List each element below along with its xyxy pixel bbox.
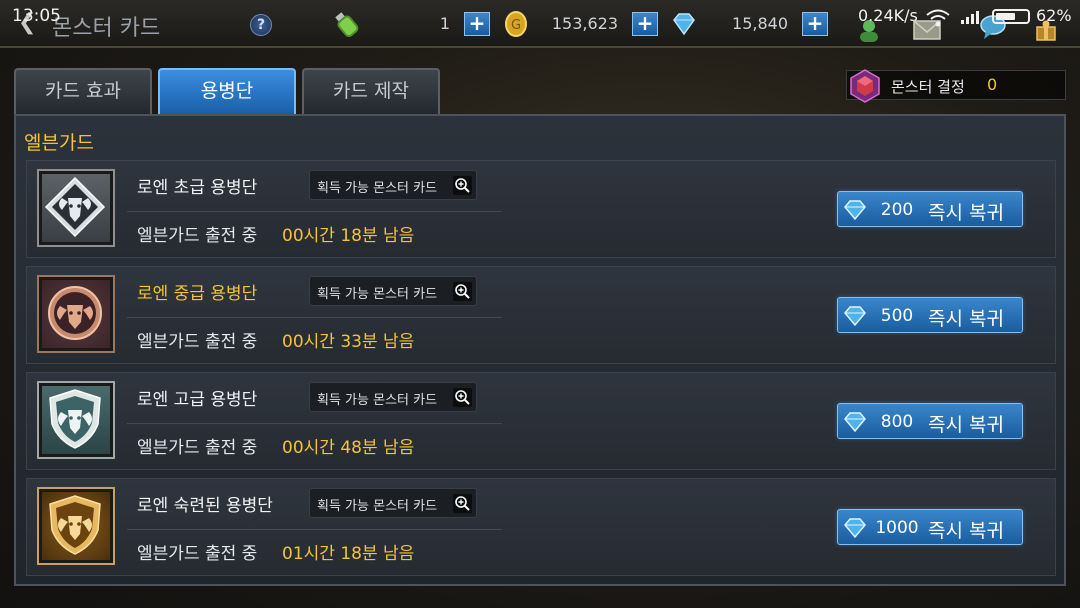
mercenary-row: 로엔 중급 용병단 획득 가능 몬스터 카드 엘븐가드 출전 중 00시간 33… <box>26 266 1056 364</box>
add-diamond-button[interactable]: + <box>802 12 828 36</box>
mercenary-portrait <box>37 487 115 565</box>
recall-label: 즉시 복귀 <box>928 202 1004 224</box>
top-bar: ❮ 몬스터 카드 13:05 ? 1 + G 153,623 + 15,840 … <box>0 0 1080 48</box>
zoom-in-icon <box>453 388 472 407</box>
diamond-icon <box>844 306 866 327</box>
time-remaining: 01시간 18분 남음 <box>282 544 415 564</box>
tab-card-effect[interactable]: 카드 효과 <box>14 68 152 114</box>
mercenary-name: 로엔 숙련된 용병단 <box>137 496 273 516</box>
mercenary-portrait <box>37 169 115 247</box>
battery-icon <box>992 9 1030 24</box>
tab-card-craft[interactable]: 카드 제작 <box>302 68 440 114</box>
instant-recall-button[interactable]: 200 즉시 복귀 <box>837 191 1023 227</box>
recall-label: 즉시 복귀 <box>928 308 1004 330</box>
view-cards-label: 획득 가능 몬스터 카드 <box>317 181 438 196</box>
gold-resource: G 153,623 + <box>502 10 658 38</box>
time-remaining: 00시간 33분 남음 <box>282 332 415 352</box>
mercenary-name: 로엔 중급 용병단 <box>137 284 258 304</box>
mercenary-name: 로엔 고급 용병단 <box>137 390 258 410</box>
potion-count: 1 <box>439 14 450 33</box>
monster-crystal-icon <box>850 69 880 103</box>
wifi-icon <box>926 9 950 27</box>
zoom-in-icon <box>453 282 472 301</box>
tab-mercenary[interactable]: 용병단 <box>158 68 296 114</box>
view-cards-button[interactable]: 획득 가능 몬스터 카드 <box>309 382 477 412</box>
view-cards-label: 획득 가능 몬스터 카드 <box>317 499 438 514</box>
diamond-icon <box>844 200 866 221</box>
teal-ram-shield-icon <box>49 389 101 449</box>
view-cards-label: 획득 가능 몬스터 카드 <box>317 287 438 302</box>
mercenary-row: 로엔 초급 용병단 획득 가능 몬스터 카드 엘븐가드 출전 중 00시간 18… <box>26 160 1056 258</box>
recall-label: 즉시 복귀 <box>928 414 1004 436</box>
gold-coin-icon: G <box>505 11 527 37</box>
svg-text:G: G <box>511 18 521 33</box>
row-divider <box>127 423 502 424</box>
instant-recall-button[interactable]: 1000 즉시 복귀 <box>837 509 1023 545</box>
view-cards-label: 획득 가능 몬스터 카드 <box>317 393 438 408</box>
time-remaining: 00시간 48분 남음 <box>282 438 415 458</box>
mercenary-row: 로엔 고급 용병단 획득 가능 몬스터 카드 엘븐가드 출전 중 00시간 48… <box>26 372 1056 470</box>
diamond-icon <box>673 13 695 36</box>
row-divider <box>127 317 502 318</box>
section-title: 엘븐가드 <box>24 132 94 154</box>
deploy-state: 엘븐가드 출전 중 <box>137 332 258 352</box>
row-divider <box>127 529 502 530</box>
gold-ram-shield-icon <box>49 495 101 555</box>
potion-icon <box>335 12 359 38</box>
page-title: 몬스터 카드 <box>52 16 161 41</box>
view-cards-button[interactable]: 획득 가능 몬스터 카드 <box>309 276 477 306</box>
deploy-state: 엘븐가드 출전 중 <box>137 544 258 564</box>
help-icon[interactable]: ? <box>250 14 272 36</box>
gold-amount: 153,623 <box>551 14 618 33</box>
recall-cost: 800 <box>880 412 914 432</box>
battery-fill <box>996 13 1015 20</box>
deploy-state: 엘븐가드 출전 중 <box>137 438 258 458</box>
status-time: 13:05 <box>12 6 61 26</box>
view-cards-button[interactable]: 획득 가능 몬스터 카드 <box>309 170 477 200</box>
monster-crystal-label: 몬스터 결정 <box>891 78 965 96</box>
row-divider <box>127 211 502 212</box>
diamond-icon <box>844 518 866 539</box>
deploy-state: 엘븐가드 출전 중 <box>137 226 258 246</box>
signal-icon <box>961 11 979 24</box>
time-remaining: 00시간 18분 남음 <box>282 226 415 246</box>
recall-label: 즉시 복귀 <box>928 520 1004 542</box>
recall-cost: 200 <box>880 200 914 220</box>
diamond-resource: 15,840 + <box>670 10 828 38</box>
zoom-in-icon <box>453 176 472 195</box>
zoom-in-icon <box>453 494 472 513</box>
diamond-amount: 15,840 <box>732 14 788 33</box>
add-potion-button[interactable]: + <box>464 12 490 36</box>
diamond-icon <box>844 412 866 433</box>
mercenary-portrait <box>37 381 115 459</box>
status-network-speed: 0.24K/s <box>858 6 918 25</box>
instant-recall-button[interactable]: 500 즉시 복귀 <box>837 297 1023 333</box>
mercenary-name: 로엔 초급 용병단 <box>137 178 258 198</box>
add-gold-button[interactable]: + <box>632 12 658 36</box>
silver-ram-icon <box>44 176 106 238</box>
monster-crystal: 몬스터 결정 0 <box>846 69 1066 103</box>
recall-cost: 1000 <box>875 518 919 538</box>
gift-icon[interactable] <box>1034 18 1058 42</box>
recall-cost: 500 <box>880 306 914 326</box>
monster-crystal-count: 0 <box>987 75 998 94</box>
view-cards-button[interactable]: 획득 가능 몬스터 카드 <box>309 488 477 518</box>
bronze-ram-icon <box>48 286 102 340</box>
mercenary-row: 로엔 숙련된 용병단 획득 가능 몬스터 카드 엘븐가드 출전 중 01시간 1… <box>26 478 1056 576</box>
mercenary-portrait <box>37 275 115 353</box>
instant-recall-button[interactable]: 800 즉시 복귀 <box>837 403 1023 439</box>
mercenary-panel: 엘븐가드 로엔 초급 용병단 획득 가능 몬스터 카드 엘븐가드 출전 중 00… <box>14 114 1066 586</box>
potion-resource: 1 + <box>330 10 490 38</box>
